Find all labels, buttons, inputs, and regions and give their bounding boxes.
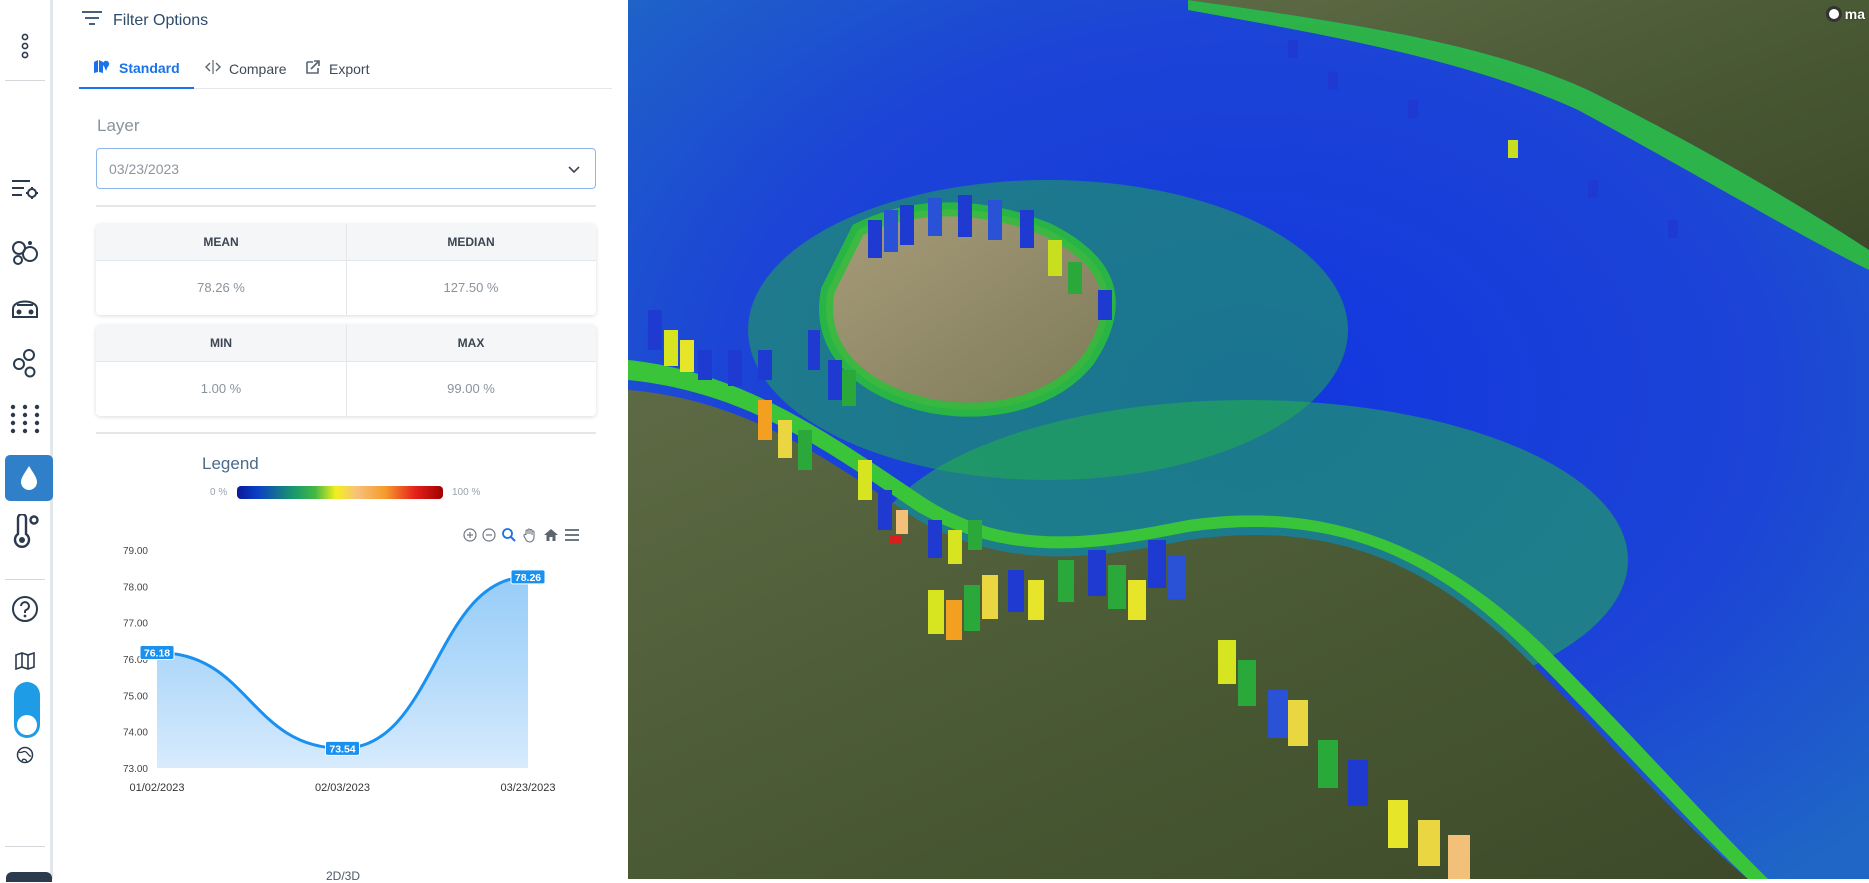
min-label: MIN — [210, 336, 232, 350]
data-label: 78.26 — [515, 572, 541, 584]
y-tick-label: 73.00 — [123, 764, 148, 775]
dot-grid-icon[interactable] — [5, 399, 45, 439]
filter-options-title: Filter Options — [113, 11, 209, 29]
x-tick-label: 03/23/2023 — [500, 782, 555, 794]
satellite-icon[interactable] — [5, 288, 45, 328]
legend-max-label: 100 % — [452, 487, 481, 498]
map-icon[interactable] — [5, 641, 45, 681]
x-tick-label: 02/03/2023 — [315, 782, 370, 794]
bubbles-icon[interactable] — [5, 233, 45, 273]
map-marker-icon — [93, 58, 111, 77]
tab-compare[interactable]: Compare — [191, 48, 301, 89]
compare-split-icon — [205, 59, 221, 78]
tab-compare-label: Compare — [229, 60, 287, 77]
layer-label: Layer — [97, 116, 140, 135]
mean-value: 78.26 % — [197, 280, 245, 295]
legend-min-label: 0 % — [210, 487, 228, 498]
max-value: 99.00 % — [447, 381, 495, 396]
mean-label: MEAN — [203, 235, 239, 249]
view-mode-label: 2D/3D — [326, 869, 361, 883]
rail-divider — [5, 579, 45, 580]
export-icon — [305, 59, 321, 78]
map-attribution[interactable]: ma — [1825, 6, 1865, 22]
tab-standard[interactable]: Standard — [79, 48, 194, 89]
rail-divider — [5, 846, 45, 847]
map-canvas[interactable] — [628, 0, 1869, 879]
section-divider — [96, 205, 596, 207]
filter-settings-icon[interactable] — [5, 168, 45, 208]
tab-export-label: Export — [329, 60, 370, 77]
y-tick-label: 78.00 — [123, 582, 148, 593]
section-divider — [96, 432, 596, 434]
molecule-icon[interactable] — [5, 343, 45, 383]
y-tick-label: 79.00 — [123, 546, 148, 557]
toggle-knob — [17, 715, 37, 735]
mapbox-logo-icon — [1825, 6, 1842, 22]
map-mode-toggle[interactable] — [14, 682, 40, 738]
y-tick-label: 75.00 — [123, 691, 148, 702]
x-tick-label: 01/02/2023 — [129, 782, 184, 794]
filter-panel: Filter Options Standard Compare Export L… — [63, 0, 628, 883]
data-label: 73.54 — [329, 743, 355, 755]
stats-card-mean-median: MEAN MEDIAN 78.26 % 127.50 % — [96, 224, 596, 315]
min-value: 1.00 % — [200, 381, 242, 396]
rail-divider — [5, 80, 45, 81]
3d-map-view[interactable]: ma — [628, 0, 1869, 879]
tab-export[interactable]: Export — [291, 48, 383, 89]
panel-tabs: Standard Compare Export — [79, 48, 612, 89]
globe-icon[interactable] — [5, 735, 45, 775]
stats-card-min-max: MIN MAX 1.00 % 99.00 % — [96, 325, 596, 416]
legend-color-ramp — [237, 486, 443, 499]
icon-rail — [0, 0, 53, 882]
y-tick-label: 74.00 — [123, 728, 148, 739]
stats-column-divider — [346, 325, 347, 416]
chevron-down-icon — [567, 162, 581, 178]
layer-select[interactable]: 03/23/2023 — [96, 148, 596, 189]
more-vertical-icon[interactable] — [5, 26, 45, 66]
median-value: 127.50 % — [443, 280, 499, 295]
rail-bottom-button[interactable] — [6, 872, 52, 882]
data-label: 76.18 — [144, 647, 170, 659]
y-tick-label: 77.00 — [123, 619, 148, 630]
stats-column-divider — [346, 224, 347, 315]
help-icon[interactable] — [5, 589, 45, 629]
tab-standard-label: Standard — [119, 59, 180, 76]
layer-select-value: 03/23/2023 — [109, 160, 180, 177]
time-series-chart: 73.0074.0075.0076.0077.0078.0079.0001/02… — [123, 546, 556, 794]
median-label: MEDIAN — [447, 235, 495, 249]
filter-options-header[interactable]: Filter Options — [81, 10, 208, 31]
thermometer-icon[interactable] — [5, 511, 45, 551]
water-drop-icon[interactable] — [5, 455, 53, 501]
legend-title: Legend — [202, 454, 259, 473]
max-label: MAX — [457, 336, 485, 350]
map-attribution-text: ma — [1844, 6, 1865, 22]
filter-lines-icon — [81, 10, 103, 31]
